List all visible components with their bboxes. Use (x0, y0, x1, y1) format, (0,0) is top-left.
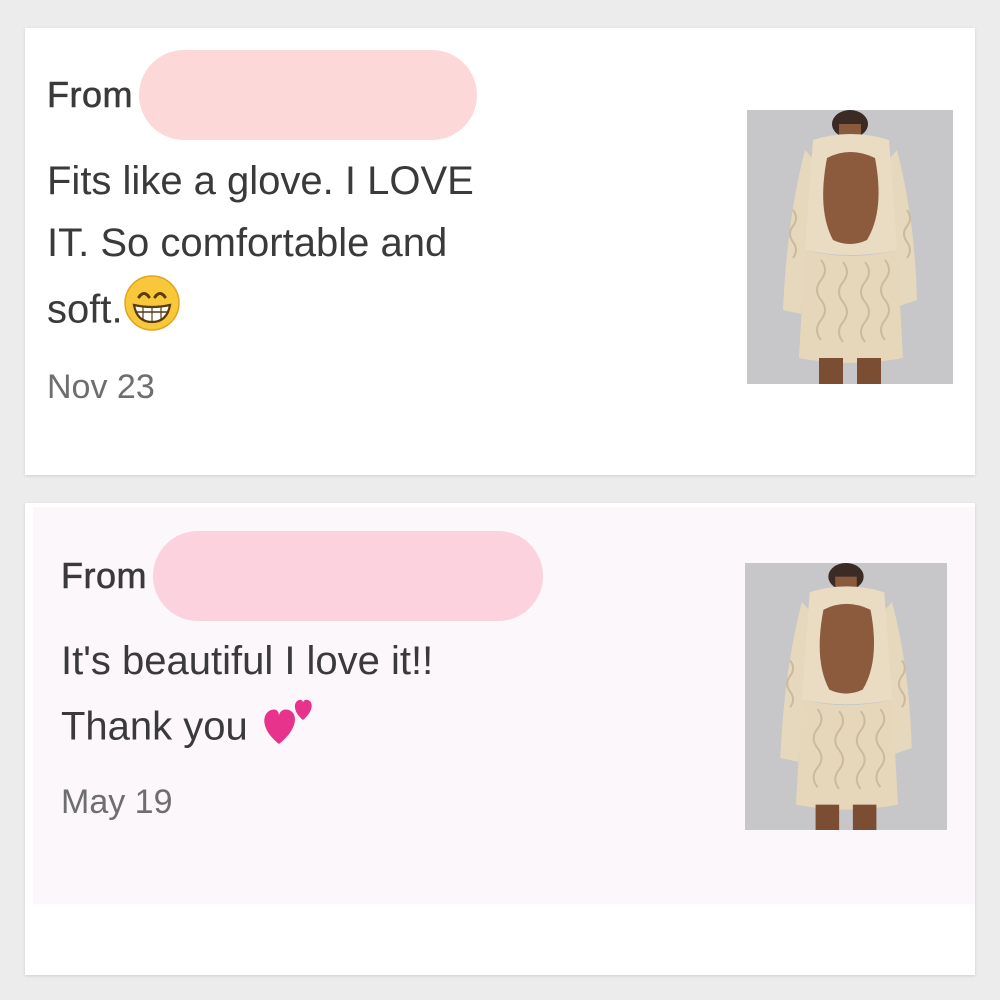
review-text-line: Thank you (61, 692, 433, 766)
review-date: Nov 23 (47, 368, 155, 406)
reviewer-row: From (47, 50, 477, 140)
reviewer-row: From (61, 531, 543, 621)
sweater-dress-image (747, 110, 953, 384)
reviewer-name-redaction (153, 531, 543, 621)
review-card: From Fits like a glove. I LOVE IT. So co… (25, 28, 975, 475)
sweater-dress-image (745, 563, 947, 830)
review-card: From It's beautiful I love it!! Thank yo… (25, 503, 975, 975)
review-text-line: IT. So comfortable and (47, 221, 448, 265)
grinning-face-with-smiling-eyes-icon (123, 274, 181, 350)
from-label: From (61, 555, 147, 597)
review-date: May 19 (61, 783, 173, 821)
reviewer-name-redaction (139, 50, 477, 140)
review-text-line: soft. (47, 274, 474, 350)
from-label: From (47, 74, 133, 116)
review-text: It's beautiful I love it!! Thank you (61, 630, 433, 766)
product-photo[interactable] (747, 110, 953, 384)
review-text: Fits like a glove. I LOVE IT. So comfort… (47, 150, 474, 350)
review-text-line: It's beautiful I love it!! (61, 639, 434, 683)
two-hearts-icon (259, 692, 319, 766)
product-photo[interactable] (745, 563, 947, 830)
review-text-line: Fits like a glove. I LOVE (47, 159, 474, 203)
